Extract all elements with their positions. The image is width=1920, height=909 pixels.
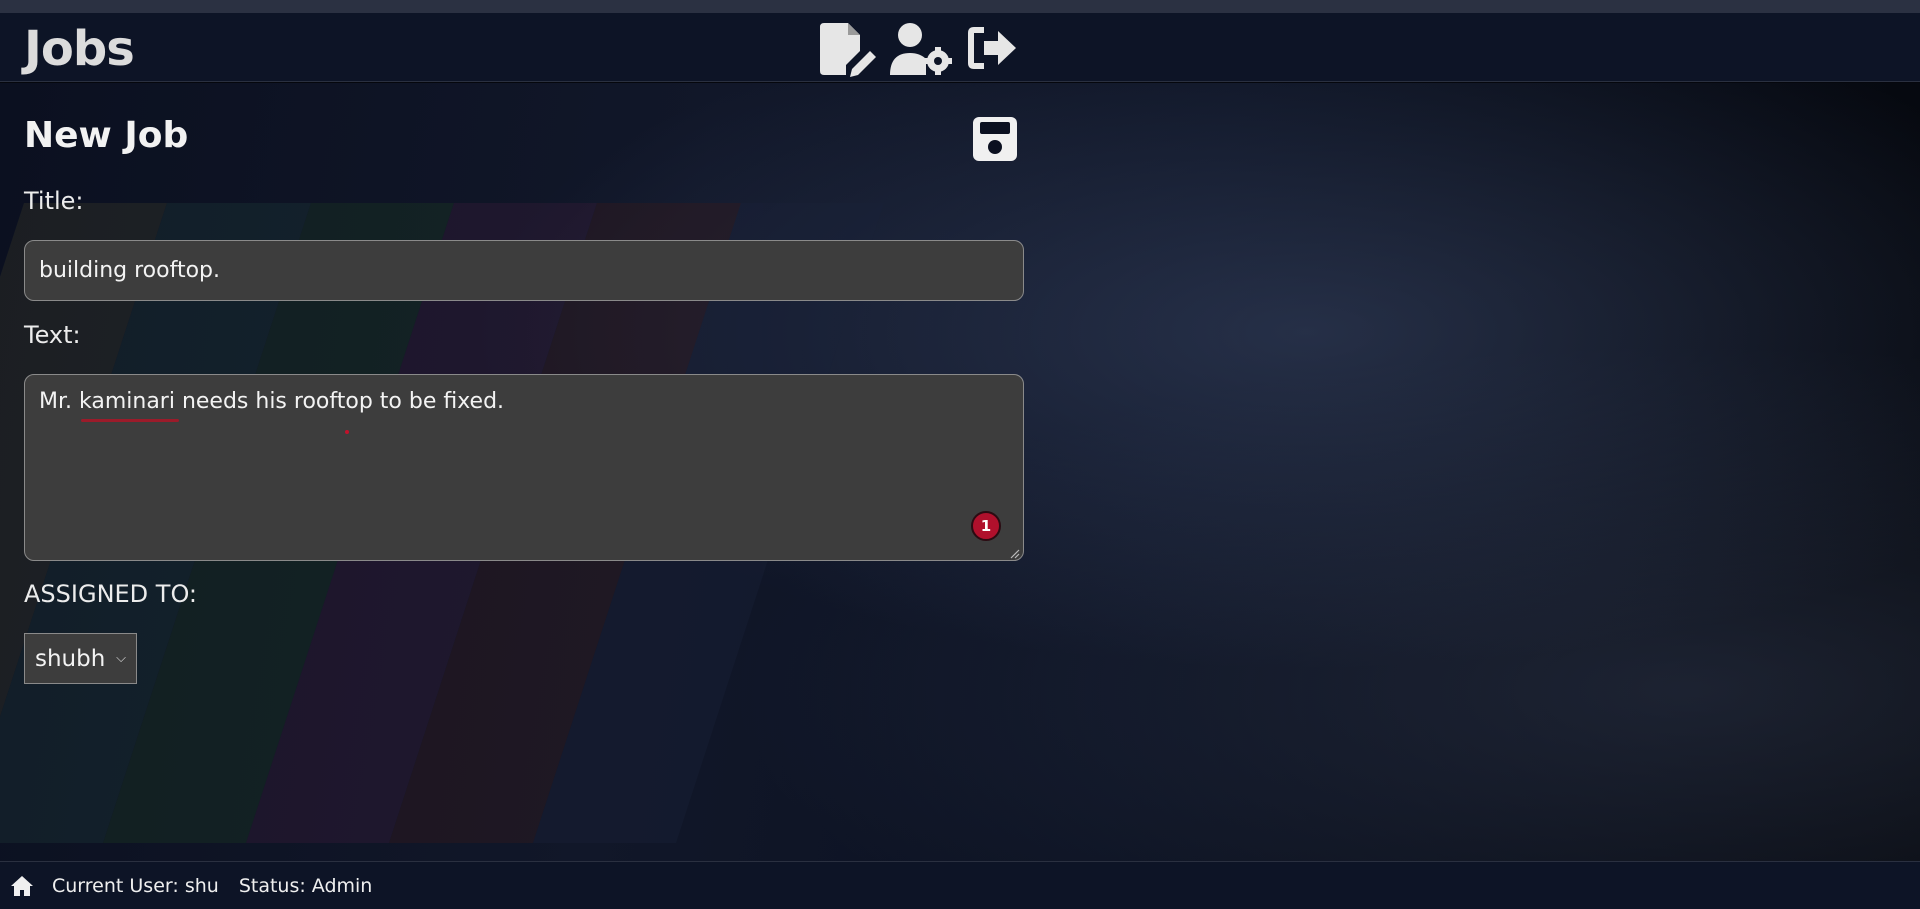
- assigned-to-select[interactable]: shubh ⌵: [24, 633, 137, 684]
- browser-top-strip: [0, 0, 1920, 13]
- assigned-to-label: ASSIGNED TO:: [24, 580, 198, 608]
- text-label: Text:: [24, 321, 81, 349]
- status-text: Status: Admin: [238, 874, 373, 897]
- grammar-check-badge[interactable]: 1: [971, 511, 1001, 541]
- page-title: New Job: [24, 115, 189, 156]
- title-label: Title:: [24, 187, 84, 215]
- user-settings-icon[interactable]: [888, 21, 954, 77]
- save-icon[interactable]: [972, 116, 1018, 162]
- current-user-text: Current User: shu: [52, 874, 219, 897]
- chevron-down-icon: ⌵: [116, 651, 126, 666]
- logout-icon[interactable]: [964, 21, 1020, 77]
- status-footer: Current User: shu Status: Admin: [0, 861, 1920, 909]
- brand-title[interactable]: Jobs: [24, 21, 135, 77]
- navbar: Jobs: [0, 13, 1920, 82]
- text-cursor-marker: [345, 430, 349, 434]
- new-document-icon[interactable]: [818, 21, 878, 77]
- nav-icon-group: [818, 21, 1020, 77]
- spellcheck-underline: [81, 419, 179, 422]
- home-icon[interactable]: [10, 875, 34, 897]
- text-textarea[interactable]: Mr. kaminari needs his rooftop to be fix…: [24, 374, 1024, 561]
- assigned-to-value: shubh: [35, 645, 106, 672]
- resize-handle-icon[interactable]: [1010, 549, 1020, 559]
- title-input[interactable]: [24, 240, 1024, 301]
